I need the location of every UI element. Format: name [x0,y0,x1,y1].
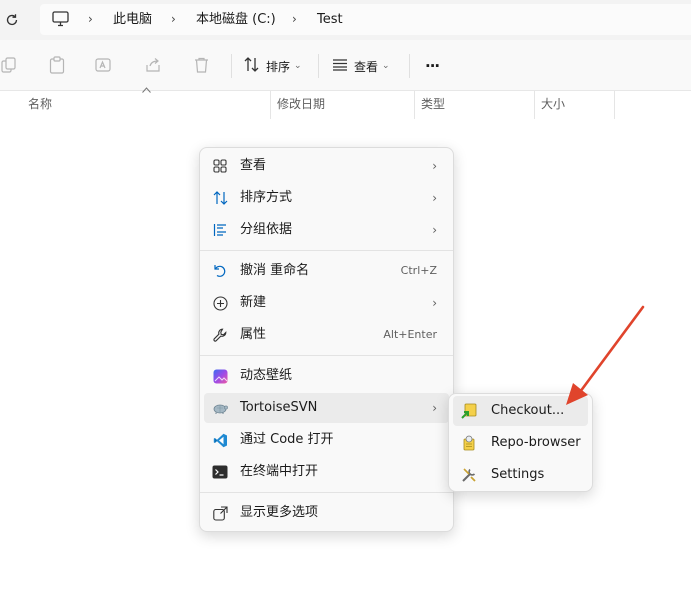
breadcrumb-test[interactable]: Test [317,4,343,35]
wrench-icon [212,327,228,343]
toolbar-divider [409,54,410,78]
delete-icon[interactable] [190,54,212,76]
view-label: 查看 [354,59,379,74]
tortoisesvn-submenu: Checkout... Repo-browser Settings [448,393,593,492]
column-divider[interactable] [614,91,615,119]
menu-item-open-with-code[interactable]: 通过 Code 打开 [204,425,449,455]
breadcrumb[interactable]: › 此电脑 › 本地磁盘 (C:) › Test [40,4,691,35]
column-header: 名称 修改日期 类型 大小 [0,91,691,119]
svn-checkout-icon [461,403,477,419]
submenu-item-label: Checkout... [491,403,565,418]
repo-browser-icon [461,435,477,451]
vscode-icon [212,432,228,448]
list-view-icon [332,58,348,74]
menu-item-label: 在终端中打开 [240,464,319,479]
menu-item-undo-rename[interactable]: 撤消 重命名 Ctrl+Z [204,256,449,286]
menu-item-label: 排序方式 [240,190,293,205]
submenu-item-settings[interactable]: Settings [453,460,588,490]
group-list-icon [212,222,228,238]
settings-tools-icon [461,467,477,483]
address-bar: › 此电脑 › 本地磁盘 (C:) › Test [0,0,691,40]
view-button[interactable]: 查看 ⌄ [332,53,390,79]
rename-icon[interactable] [93,54,115,76]
breadcrumb-separator: › [292,12,297,26]
sort-label: 排序 [266,59,291,74]
chevron-right-icon: › [432,401,437,415]
breadcrumb-separator: › [88,12,93,26]
menu-item-dynamic-wallpaper[interactable]: 动态壁纸 [204,361,449,391]
chevron-right-icon: › [432,223,437,237]
chevron-down-icon: ⌄ [294,61,302,71]
shortcut-text: Ctrl+Z [400,264,437,277]
more-button[interactable]: ··· [425,53,440,79]
new-plus-icon [212,295,228,311]
breadcrumb-this-pc[interactable]: 此电脑 [113,4,152,35]
column-name[interactable]: 名称 [22,91,270,119]
menu-separator [200,492,453,493]
toolbar-divider [231,54,232,78]
wallpaper-icon [212,368,228,384]
menu-item-label: 动态壁纸 [240,368,293,383]
menu-item-sort-by[interactable]: 排序方式 › [204,183,449,213]
chevron-right-icon: › [432,296,437,310]
tortoise-icon [212,400,228,416]
menu-item-label: 属性 [240,327,267,342]
chevron-right-icon: › [432,191,437,205]
shortcut-text: Alt+Enter [383,328,437,341]
context-menu: 查看 › 排序方式 › 分组依据 › 撤消 重命名 Ctrl+Z 新建 › 属性 [199,147,454,532]
terminal-icon [212,464,228,480]
grid-view-icon [212,158,228,174]
menu-item-group-by[interactable]: 分组依据 › [204,215,449,245]
breadcrumb-local-disk[interactable]: 本地磁盘 (C:) [196,4,276,35]
submenu-item-label: Settings [491,467,545,482]
submenu-item-repo-browser[interactable]: Repo-browser [453,428,588,458]
menu-separator [200,250,453,251]
menu-item-open-in-terminal[interactable]: 在终端中打开 [204,457,449,487]
command-bar: 排序 ⌄ 查看 ⌄ ··· [0,40,691,91]
toolbar-divider [318,54,319,78]
menu-item-label: 新建 [240,295,267,310]
menu-item-label: 显示更多选项 [240,505,319,520]
menu-item-tortoisesvn[interactable]: TortoiseSVN › [204,393,449,423]
column-modified-date[interactable]: 修改日期 [271,91,414,119]
column-size[interactable]: 大小 [535,91,614,119]
share-icon[interactable] [142,54,164,76]
menu-item-label: 查看 [240,158,267,173]
menu-item-view[interactable]: 查看 › [204,151,449,181]
refresh-icon[interactable] [0,8,24,32]
menu-item-show-more-options[interactable]: 显示更多选项 [204,498,449,528]
menu-item-label: TortoiseSVN [240,400,318,415]
sort-icon [212,190,228,206]
menu-item-label: 分组依据 [240,222,293,237]
menu-item-new[interactable]: 新建 › [204,288,449,318]
menu-item-label: 撤消 重命名 [240,263,310,278]
chevron-right-icon: › [432,159,437,173]
menu-item-properties[interactable]: 属性 Alt+Enter [204,320,449,350]
more-options-icon [212,505,228,521]
sort-icon [244,57,260,75]
computer-icon[interactable] [52,11,69,31]
breadcrumb-separator: › [171,12,176,26]
paste-icon[interactable] [46,54,68,76]
chevron-down-icon: ⌄ [382,61,390,71]
copy-icon[interactable] [0,54,20,76]
sort-button[interactable]: 排序 ⌄ [244,53,302,79]
column-type[interactable]: 类型 [415,91,534,119]
submenu-item-checkout[interactable]: Checkout... [453,396,588,426]
menu-separator [200,355,453,356]
submenu-item-label: Repo-browser [491,435,581,450]
undo-icon [212,263,228,279]
menu-item-label: 通过 Code 打开 [240,432,334,447]
